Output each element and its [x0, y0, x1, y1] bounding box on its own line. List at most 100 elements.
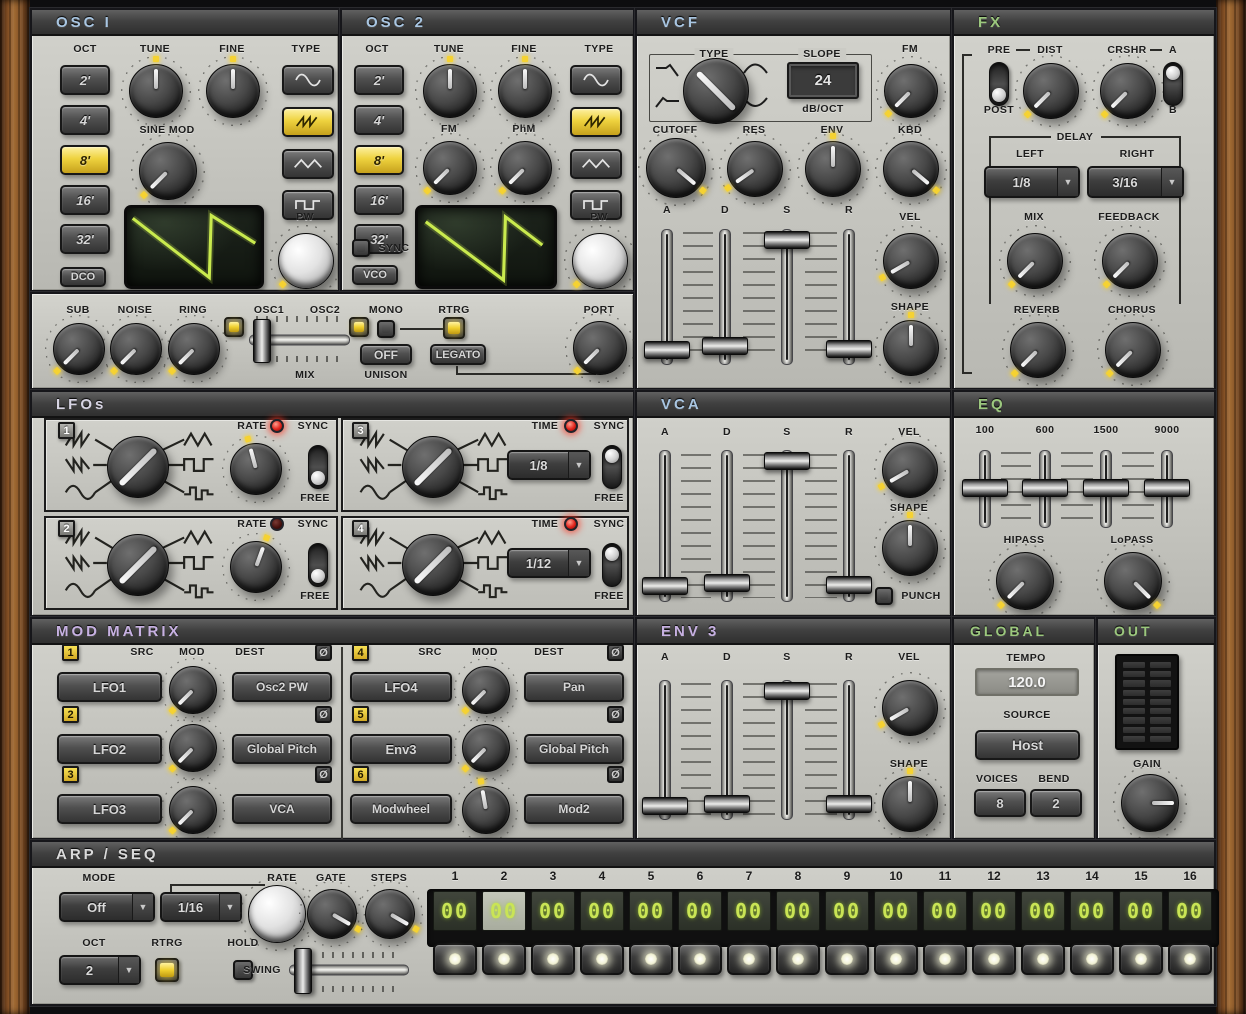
- osc1-fine-knob[interactable]: [206, 64, 260, 118]
- env3-attack-slider[interactable]: [642, 680, 688, 820]
- lfo2-rate-knob[interactable]: [230, 541, 282, 593]
- vcf-shape-knob[interactable]: [883, 320, 939, 376]
- lfo3-wave-selector-knob[interactable]: [402, 436, 464, 498]
- osc2-oct-4-button[interactable]: 4': [354, 105, 404, 135]
- dropdown-arrow-icon[interactable]: ▼: [569, 550, 589, 576]
- voice-rtrg-button[interactable]: [443, 317, 465, 339]
- delay-right-dropdown[interactable]: 3/16 ▼: [1087, 166, 1184, 198]
- lfo1-sync-free-switch[interactable]: [308, 445, 328, 489]
- osc2-fm-knob[interactable]: [423, 141, 477, 195]
- eq-9000-slider[interactable]: [1144, 450, 1190, 528]
- seq-step-button[interactable]: [776, 943, 820, 975]
- seq-step-display[interactable]: 00: [678, 891, 722, 931]
- osc1-oct-4-button[interactable]: 4': [60, 105, 110, 135]
- osc2-vco-button[interactable]: VCO: [352, 265, 398, 285]
- matrix-row6-bypass-button[interactable]: Ø: [607, 766, 624, 783]
- vca-release-slider[interactable]: [826, 450, 872, 602]
- osc1-tune-knob[interactable]: [129, 64, 183, 118]
- cutoff-knob[interactable]: [646, 138, 706, 198]
- env3-decay-slider[interactable]: [704, 680, 750, 820]
- matrix-row4-mod-knob[interactable]: [462, 666, 510, 714]
- osc1-dco-button[interactable]: DCO: [60, 267, 106, 287]
- arp-rtrg-button[interactable]: [155, 958, 179, 982]
- voices-button[interactable]: 8: [974, 789, 1026, 817]
- slider-handle[interactable]: [826, 576, 872, 594]
- vcf-vel-knob[interactable]: [883, 233, 939, 289]
- seq-step-display[interactable]: 00: [923, 891, 967, 931]
- hipass-knob[interactable]: [996, 552, 1054, 610]
- swing-slider-handle[interactable]: [294, 948, 312, 994]
- lfo3-sync-free-switch[interactable]: [602, 445, 622, 489]
- ring-knob[interactable]: [168, 323, 220, 375]
- seq-step-display[interactable]: 00: [1070, 891, 1114, 931]
- reverb-knob[interactable]: [1010, 322, 1066, 378]
- osc1-enable-button[interactable]: [224, 317, 244, 337]
- slider-handle[interactable]: [644, 341, 690, 359]
- mix-slider-handle[interactable]: [253, 319, 271, 363]
- arp-rate-knob[interactable]: [248, 885, 306, 943]
- port-knob[interactable]: [573, 321, 627, 375]
- matrix-row5-src-button[interactable]: Env3: [350, 734, 452, 764]
- seq-step-button[interactable]: [1070, 943, 1114, 975]
- vca-shape-knob[interactable]: [882, 520, 938, 576]
- seq-step-display[interactable]: 00: [727, 891, 771, 931]
- seq-step-button[interactable]: [1168, 943, 1212, 975]
- vcf-type-selector-knob[interactable]: [683, 58, 749, 124]
- slider-handle[interactable]: [704, 574, 750, 592]
- lfo2-wave-selector-knob[interactable]: [107, 534, 169, 596]
- lfo1-wave-selector-knob[interactable]: [107, 436, 169, 498]
- matrix-row4-dest-button[interactable]: Pan: [524, 672, 624, 702]
- osc1-sinemod-knob[interactable]: [139, 142, 197, 200]
- seq-step-button[interactable]: [433, 943, 477, 975]
- dist-knob[interactable]: [1023, 63, 1079, 119]
- osc2-oct-2-button[interactable]: 2': [354, 65, 404, 95]
- matrix-row1-mod-knob[interactable]: [169, 666, 217, 714]
- matrix-row6-src-button[interactable]: Modwheel: [350, 794, 452, 824]
- lopass-knob[interactable]: [1104, 552, 1162, 610]
- arp-mode-dropdown[interactable]: Off ▼: [59, 892, 155, 922]
- seq-step-button[interactable]: [1119, 943, 1163, 975]
- matrix-row5-bypass-button[interactable]: Ø: [607, 706, 624, 723]
- matrix-row6-dest-button[interactable]: Mod2: [524, 794, 624, 824]
- osc2-sync-button[interactable]: [352, 239, 370, 257]
- env3-shape-knob[interactable]: [882, 776, 938, 832]
- matrix-row4-bypass-button[interactable]: Ø: [607, 644, 624, 661]
- seq-step-button[interactable]: [874, 943, 918, 975]
- osc2-phm-knob[interactable]: [498, 141, 552, 195]
- vca-attack-slider[interactable]: [642, 450, 688, 602]
- matrix-row1-bypass-button[interactable]: Ø: [315, 644, 332, 661]
- slider-handle[interactable]: [1022, 479, 1068, 497]
- dropdown-arrow-icon[interactable]: ▼: [220, 894, 240, 920]
- legato-button[interactable]: LEGATO: [430, 344, 486, 365]
- vca-vel-knob[interactable]: [882, 442, 938, 498]
- matrix-row2-dest-button[interactable]: Global Pitch: [232, 734, 332, 764]
- osc1-pw-knob[interactable]: [278, 233, 334, 289]
- tempo-display[interactable]: 120.0: [975, 668, 1079, 696]
- seq-step-button[interactable]: [629, 943, 673, 975]
- crshr-knob[interactable]: [1100, 63, 1156, 119]
- lfo4-wave-selector-knob[interactable]: [402, 534, 464, 596]
- slider-handle[interactable]: [642, 797, 688, 815]
- slider-handle[interactable]: [704, 795, 750, 813]
- env-knob[interactable]: [805, 141, 861, 197]
- matrix-row3-bypass-button[interactable]: Ø: [315, 766, 332, 783]
- steps-knob[interactable]: [365, 889, 415, 939]
- seq-step-button[interactable]: [482, 943, 526, 975]
- arp-oct-dropdown[interactable]: 2 ▼: [59, 955, 141, 985]
- gate-knob[interactable]: [307, 889, 357, 939]
- matrix-row3-dest-button[interactable]: VCA: [232, 794, 332, 824]
- seq-step-button[interactable]: [923, 943, 967, 975]
- seq-step-display[interactable]: 00: [580, 891, 624, 931]
- osc2-pw-knob[interactable]: [572, 233, 628, 289]
- eq-100-slider[interactable]: [962, 450, 1008, 528]
- seq-step-display[interactable]: 00: [874, 891, 918, 931]
- matrix-row2-bypass-button[interactable]: Ø: [315, 706, 332, 723]
- seq-step-button[interactable]: [580, 943, 624, 975]
- osc1-type-saw-button[interactable]: [282, 107, 334, 137]
- lfo2-sync-free-switch[interactable]: [308, 543, 328, 587]
- seq-step-display[interactable]: 00: [825, 891, 869, 931]
- vca-sustain-slider[interactable]: [764, 450, 810, 602]
- feedback-knob[interactable]: [1102, 233, 1158, 289]
- seq-step-display[interactable]: 00: [776, 891, 820, 931]
- seq-step-display[interactable]: 00: [1021, 891, 1065, 931]
